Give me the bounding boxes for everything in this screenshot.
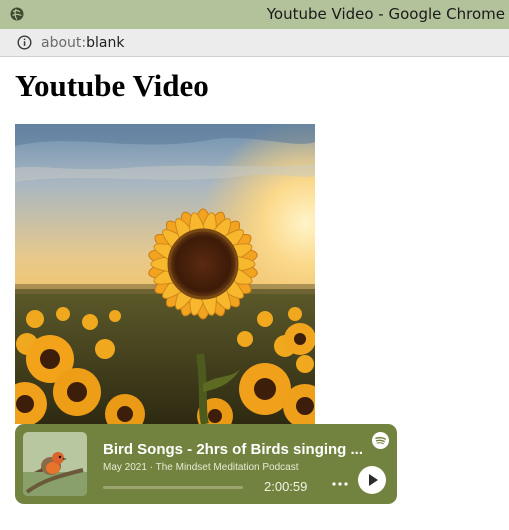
- info-icon[interactable]: [17, 35, 32, 50]
- page-content: Youtube Video Bird Songs - 2hrs of Birds…: [0, 57, 509, 530]
- track-duration: 2:00:59: [264, 479, 308, 494]
- spotify-icon[interactable]: [372, 432, 389, 449]
- url-scheme: about:: [41, 35, 87, 51]
- browser-globe-icon: [10, 7, 24, 21]
- url-text[interactable]: about:blank: [41, 35, 124, 51]
- address-bar[interactable]: about:blank: [0, 29, 509, 57]
- play-button[interactable]: [358, 466, 386, 494]
- spotify-embed-player[interactable]: Bird Songs - 2hrs of Birds singing ... M…: [15, 424, 397, 504]
- track-title[interactable]: Bird Songs - 2hrs of Birds singing ...: [103, 441, 363, 458]
- url-path: blank: [86, 35, 125, 51]
- progress-bar[interactable]: [103, 486, 243, 489]
- play-icon: [369, 474, 378, 486]
- more-dots-icon[interactable]: [329, 476, 351, 492]
- page-heading: Youtube Video: [15, 68, 209, 103]
- window-title: Youtube Video - Google Chrome: [266, 5, 505, 23]
- sunflower-image: [15, 124, 315, 424]
- window-titlebar: Youtube Video - Google Chrome: [0, 0, 509, 29]
- track-subtitle[interactable]: May 2021 · The Mindset Meditation Podcas…: [103, 462, 298, 473]
- podcast-cover-art[interactable]: [23, 432, 87, 496]
